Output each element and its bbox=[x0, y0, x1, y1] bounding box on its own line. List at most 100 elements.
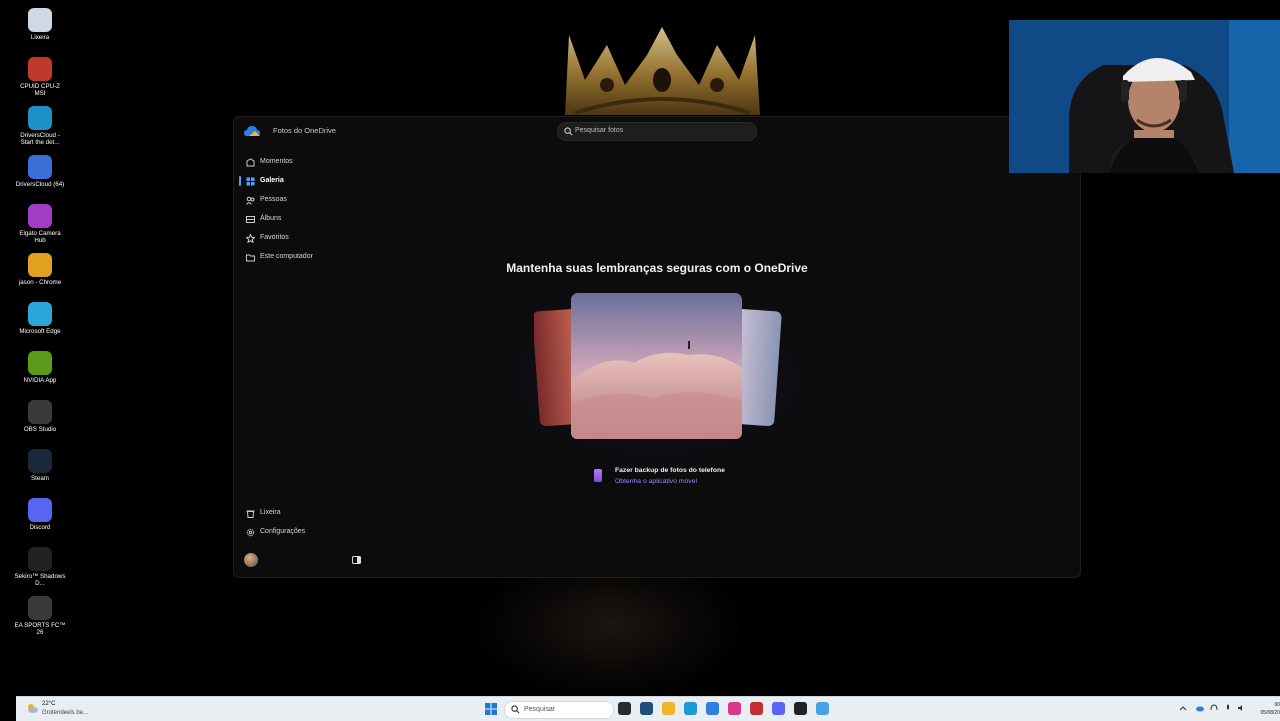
gallery-icon bbox=[246, 177, 255, 186]
sidebar-item-label: Configurações bbox=[260, 528, 306, 535]
search-icon bbox=[564, 127, 573, 136]
sidebar-item-momentos[interactable]: Momentos bbox=[234, 154, 384, 171]
app-title: Fotos do OneDrive bbox=[273, 126, 336, 135]
sidebar-item-galeria[interactable]: Galeria bbox=[234, 173, 384, 190]
headset-tray-icon[interactable] bbox=[1210, 704, 1218, 712]
desktop-icon[interactable]: DriversCloud - Start the det... bbox=[14, 102, 66, 146]
weather-cloud-icon bbox=[28, 704, 38, 713]
discord-icon bbox=[28, 498, 52, 522]
nvidia-icon bbox=[28, 351, 52, 375]
sidebar-item-label: Lixeira bbox=[260, 509, 281, 516]
chrome-icon bbox=[28, 253, 52, 277]
sidebar-item-label: Galeria bbox=[260, 177, 284, 184]
mobile-backup-promo[interactable]: Fazer backup de fotos do telefone Obtenh… bbox=[594, 466, 754, 490]
clock-time: 00 bbox=[1274, 702, 1280, 708]
phone-icon bbox=[594, 469, 602, 482]
windows-start-icon[interactable] bbox=[485, 703, 497, 715]
desktop-icon-label: jason - Chrome bbox=[18, 279, 62, 286]
microphone-tray-icon[interactable] bbox=[1224, 704, 1232, 712]
cpuz-icon bbox=[28, 57, 52, 81]
moments-icon bbox=[246, 158, 255, 167]
weather-condition: Grotendeels be... bbox=[42, 710, 89, 716]
desktop-icon-label: Sekiro™ Shadows D... bbox=[14, 573, 66, 587]
photo-stack-illustration bbox=[534, 293, 782, 439]
desktop-icon-label: Elgato Camera Hub bbox=[19, 230, 61, 244]
sidebar-item-gear[interactable]: Configurações bbox=[234, 524, 384, 541]
edge-icon[interactable] bbox=[684, 702, 697, 715]
account-avatar[interactable] bbox=[244, 553, 258, 567]
wallpaper-crown bbox=[565, 27, 760, 115]
promo-title: Fazer backup de fotos do telefone bbox=[615, 467, 725, 474]
sidebar-item-trash[interactable]: Lixeira bbox=[234, 505, 384, 522]
clock-date: 05/08/20 bbox=[1260, 710, 1280, 716]
recycle-bin-icon bbox=[28, 8, 52, 32]
sidebar-item--lbuns[interactable]: Álbuns bbox=[234, 211, 384, 228]
edge-icon bbox=[28, 106, 52, 130]
desktop-icon[interactable]: jason - Chrome bbox=[14, 249, 66, 286]
discord-icon[interactable] bbox=[772, 702, 785, 715]
wallpaper-lion-shadow bbox=[480, 578, 740, 696]
webcam-overlay bbox=[1009, 20, 1280, 173]
desktop-icon[interactable]: DriversCloud (64) bbox=[14, 151, 66, 188]
driverscloud-icon bbox=[28, 155, 52, 179]
instagram-icon[interactable] bbox=[728, 702, 741, 715]
sidebar-item-favoritos[interactable]: Favoritos bbox=[234, 230, 384, 247]
edge-icon bbox=[28, 302, 52, 326]
desktop-icon-label: Lixeira bbox=[30, 34, 50, 41]
sidebar-item-label: Este computador bbox=[260, 253, 313, 260]
terminal-icon[interactable] bbox=[794, 702, 807, 715]
task-view-icon[interactable] bbox=[618, 702, 631, 715]
panel-toggle-icon[interactable] bbox=[352, 556, 361, 564]
onedrive-tray-icon[interactable] bbox=[1196, 704, 1204, 712]
search-input[interactable]: Pesquisar fotos bbox=[557, 122, 757, 141]
weather-temperature: 22°C bbox=[42, 701, 56, 707]
desktop-icon[interactable]: Elgato Camera Hub bbox=[14, 200, 66, 244]
ea-fc-icon bbox=[28, 596, 52, 620]
desktop-icon[interactable]: OBS Studio bbox=[14, 396, 66, 433]
desktop-icon[interactable]: NVIDIA App bbox=[14, 347, 66, 384]
show-hidden-icons-chevron-icon[interactable] bbox=[1179, 704, 1187, 712]
sidebar-item-label: Pessoas bbox=[260, 196, 287, 203]
onedrive-logo-icon bbox=[244, 126, 260, 136]
search-placeholder: Pesquisar fotos bbox=[575, 127, 624, 134]
desktop-icon-label: CPUID CPU-Z MSI bbox=[20, 83, 60, 97]
desktop-icon-label: Steam bbox=[31, 475, 49, 482]
desktop-icon-label: Discord bbox=[29, 524, 51, 531]
obs-icon bbox=[28, 400, 52, 424]
search-icon bbox=[511, 705, 520, 714]
star-icon bbox=[246, 234, 255, 243]
camera-hub-icon bbox=[28, 204, 52, 228]
desktop-icon-label: Microsoft Edge bbox=[19, 328, 61, 335]
sidebar-item-label: Álbuns bbox=[260, 215, 282, 222]
steam-icon bbox=[28, 449, 52, 473]
active-indicator bbox=[239, 176, 241, 186]
title-bar: Fotos do OneDrive Pesquisar fotos bbox=[234, 117, 1080, 145]
albums-icon bbox=[246, 216, 255, 223]
file-explorer-icon[interactable] bbox=[662, 702, 675, 715]
desktop-icon[interactable]: Discord bbox=[14, 494, 66, 531]
desktop-icon-label: NVIDIA App bbox=[23, 377, 57, 384]
desktop-icon[interactable]: Steam bbox=[14, 445, 66, 482]
desktop-icon[interactable]: Microsoft Edge bbox=[14, 298, 66, 335]
onedrive-photos-window: Fotos do OneDrive Pesquisar fotos Moment… bbox=[233, 116, 1081, 578]
onedrive-photos-icon[interactable] bbox=[706, 702, 719, 715]
desktop-icon-label: OBS Studio bbox=[23, 426, 57, 433]
sidebar-item-label: Favoritos bbox=[260, 234, 289, 241]
taskbar: 22°C Grotendeels be... Pesquisar 00 05/0… bbox=[16, 696, 1280, 721]
taskbar-search-input[interactable]: Pesquisar bbox=[504, 701, 614, 719]
desktop-icon[interactable]: EA SPORTS FC™ 26 bbox=[14, 592, 66, 636]
sidebar-item-pessoas[interactable]: Pessoas bbox=[234, 192, 384, 209]
desktop-icon[interactable]: Sekiro™ Shadows D... bbox=[14, 543, 66, 587]
store-icon[interactable] bbox=[640, 702, 653, 715]
chrome-icon[interactable] bbox=[750, 702, 763, 715]
desktop-icon-label: DriversCloud - Start the det... bbox=[20, 132, 60, 146]
sidebar-item-label: Momentos bbox=[260, 158, 293, 165]
cloud-app-icon[interactable] bbox=[816, 702, 829, 715]
webcam-person-image bbox=[1009, 20, 1280, 173]
desktop-icon[interactable]: Lixeira bbox=[14, 4, 66, 41]
people-icon bbox=[246, 196, 255, 205]
get-mobile-app-link[interactable]: Obtenha o aplicativo móvel bbox=[615, 478, 697, 485]
volume-tray-icon[interactable] bbox=[1238, 704, 1246, 712]
taskbar-clock[interactable]: 00 05/08/20 bbox=[1254, 701, 1280, 717]
desktop-icon[interactable]: CPUID CPU-Z MSI bbox=[14, 53, 66, 97]
